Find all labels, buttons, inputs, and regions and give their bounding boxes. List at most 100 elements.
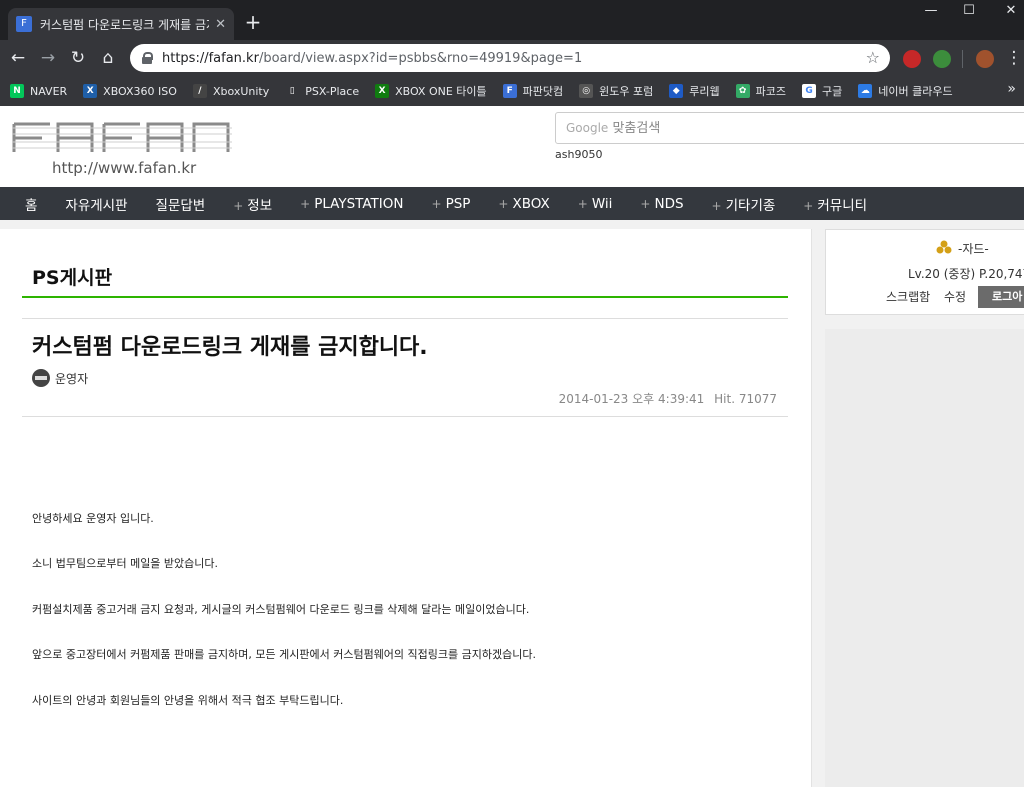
bookmark-label: XboxUnity — [212, 84, 270, 98]
browser-toolbar: ← → ↻ ⌂ https://fafan.kr/board/view.aspx… — [0, 40, 1024, 76]
bookmark-item[interactable]: ✿ 파코즈 — [735, 83, 787, 99]
bookmark-label: 루리웹 — [689, 85, 720, 98]
bookmark-item[interactable]: X XBOX360 ISO — [83, 84, 177, 98]
scrap-link[interactable]: 스크랩함 — [886, 288, 930, 305]
reload-icon[interactable]: ↻ — [66, 46, 90, 70]
ruliweb-icon: ◆ — [669, 84, 684, 98]
bookmark-item[interactable]: ☁ 네이버 클라우드 — [858, 83, 953, 99]
post-title: 커스텀펌 다운로드링크 게재를 금지합니다. — [32, 335, 428, 360]
bookmarks-bar: N NAVER X XBOX360 ISO ∕ XboxUnity ▯ PSX-Place X X… — [0, 76, 1024, 106]
plus-icon: + — [640, 196, 651, 211]
nav-item-label: 정보 — [247, 197, 273, 214]
bookmark-star-icon[interactable]: ☆ — [866, 48, 880, 67]
username: ash9050 — [555, 148, 603, 161]
edit-profile-link[interactable]: 수정 — [944, 288, 966, 305]
logout-button[interactable]: 로그아 — [978, 286, 1024, 308]
nav-item[interactable]: + XBOX — [498, 196, 549, 212]
profile-avatar[interactable] — [976, 50, 994, 68]
nav-item-label: XBOX — [512, 195, 550, 212]
tab-close-icon[interactable]: ✕ — [215, 17, 226, 32]
post-body-line: 앞으로 중고장터에서 커펌제품 판매를 금지하며, 모든 게시판에서 커스텀펌웨… — [32, 648, 536, 661]
plus-icon: + — [577, 196, 588, 211]
nav-item[interactable]: + 정보 — [233, 194, 272, 214]
fafan-icon: F — [502, 84, 517, 98]
lock-icon — [142, 52, 153, 64]
user-nickname: -자드- — [958, 242, 989, 256]
menu-kebab-icon[interactable]: ⋮ — [1002, 46, 1024, 70]
page-icon: ▯ — [285, 84, 300, 98]
tab-title: 커스텀펌 다운로드링크 게재를 금지 — [40, 17, 210, 32]
url-path: /board/view.aspx?id=psbbs&rno=49919&page… — [258, 50, 583, 66]
user-info-box: -자드- Lv.20 (중장) P.20,747 스크랩함 수정 로그아 — [825, 229, 1024, 315]
nav-item-label: NDS — [654, 195, 684, 212]
post-author[interactable]: 운영자 — [32, 369, 88, 387]
bookmark-item[interactable]: ∕ XboxUnity — [192, 84, 270, 98]
close-window-button[interactable]: ✕ — [988, 0, 1024, 24]
naver-icon: N — [10, 84, 24, 98]
fafan-logo[interactable] — [12, 118, 232, 158]
bookmark-label: 파코즈 — [755, 85, 787, 98]
adblock-extension-icon[interactable] — [903, 50, 921, 68]
nav-item[interactable]: 질문답변 — [156, 194, 206, 214]
browser-tab[interactable]: F 커스텀펌 다운로드링크 게재를 금지 ✕ — [8, 8, 234, 40]
toolbar-divider — [962, 50, 963, 68]
sidebar-area — [825, 329, 1024, 787]
nav-item[interactable]: + 기타기종 — [712, 194, 776, 214]
bookmark-item[interactable]: N NAVER — [10, 84, 67, 98]
plus-icon: + — [498, 196, 509, 211]
naver-cloud-icon: ☁ — [858, 84, 873, 98]
extension-icon[interactable] — [933, 50, 951, 68]
bookmark-item[interactable]: G 구글 — [802, 83, 842, 99]
nav-item[interactable]: + Wii — [578, 196, 613, 212]
bookmark-label: XBOX ONE 타이틀 — [395, 85, 487, 98]
bookmark-label: 윈도우 포럼 — [599, 85, 654, 98]
custom-search-input[interactable]: Google 맞춤검색 — [555, 112, 1024, 144]
bookmark-item[interactable]: F 파판닷컴 — [502, 83, 563, 99]
plus-icon: + — [431, 196, 442, 211]
browser-tab-strip: F 커스텀펌 다운로드링크 게재를 금지 ✕ + — ☐ ✕ — [0, 0, 1024, 40]
maximize-button[interactable]: ☐ — [946, 0, 992, 24]
site-header: http://www.fafan.kr Google 맞춤검색 ash9050 — [0, 106, 1024, 187]
nav-item[interactable]: 자유게시판 — [65, 194, 127, 214]
bookmark-item[interactable]: X XBOX ONE 타이틀 — [375, 83, 487, 99]
nav-item-label: 질문답변 — [155, 197, 206, 214]
parkoz-icon: ✿ — [735, 84, 750, 98]
home-icon[interactable]: ⌂ — [96, 46, 120, 70]
plus-icon: + — [233, 198, 244, 213]
post-date: 2014-01-23 오후 4:39:41 — [558, 392, 705, 406]
post-hits: Hit. 71077 — [714, 392, 777, 406]
nav-item-label: 자유게시판 — [65, 197, 128, 214]
level-badge-icon — [936, 240, 952, 254]
bookmark-label: PSX-Place — [305, 84, 360, 98]
site-url-text: http://www.fafan.kr — [52, 159, 197, 177]
nav-item[interactable]: 홈 — [25, 194, 37, 214]
nav-item-label: 기타기종 — [725, 197, 776, 214]
plus-icon: + — [803, 198, 814, 213]
nav-item[interactable]: + NDS — [640, 196, 683, 212]
nav-item[interactable]: + PSP — [432, 196, 471, 212]
address-bar[interactable]: https://fafan.kr/board/view.aspx?id=psbb… — [130, 44, 890, 72]
plus-icon: + — [300, 196, 311, 211]
nav-item-label: Wii — [591, 195, 613, 212]
post-body-line: 사이트의 안녕과 회원님들의 안녕을 위해서 적극 협조 부탁드립니다. — [32, 694, 344, 707]
nav-item[interactable]: + 커뮤니티 — [803, 194, 867, 214]
board-title-underline — [22, 296, 788, 298]
bookmark-item[interactable]: ◎ 윈도우 포럼 — [579, 83, 653, 99]
divider — [22, 416, 788, 417]
bookmarks-overflow-icon[interactable]: » — [1007, 81, 1016, 97]
main-navigation: 홈 자유게시판 질문답변 + 정보 + PLAYSTATION + PSP + XBOX + Wii + N… — [0, 187, 1024, 220]
bookmark-item[interactable]: ▯ PSX-Place — [285, 84, 359, 98]
nav-item-label: PLAYSTATION — [314, 195, 404, 212]
windows-forum-icon: ◎ — [579, 84, 594, 98]
bookmark-item[interactable]: ◆ 루리웹 — [669, 83, 720, 99]
search-placeholder: 맞춤검색 — [612, 121, 661, 136]
plus-icon: + — [711, 198, 722, 213]
nav-item-label: 홈 — [25, 197, 38, 214]
post-meta: 2014-01-23 오후 4:39:41 Hit. 71077 — [553, 390, 777, 407]
xbox360-icon: X — [83, 84, 98, 98]
new-tab-icon[interactable]: + — [242, 12, 264, 34]
forward-arrow-icon[interactable]: → — [36, 46, 60, 70]
nav-item[interactable]: + PLAYSTATION — [300, 196, 403, 212]
google-icon: G — [802, 84, 817, 98]
back-arrow-icon[interactable]: ← — [6, 46, 30, 70]
